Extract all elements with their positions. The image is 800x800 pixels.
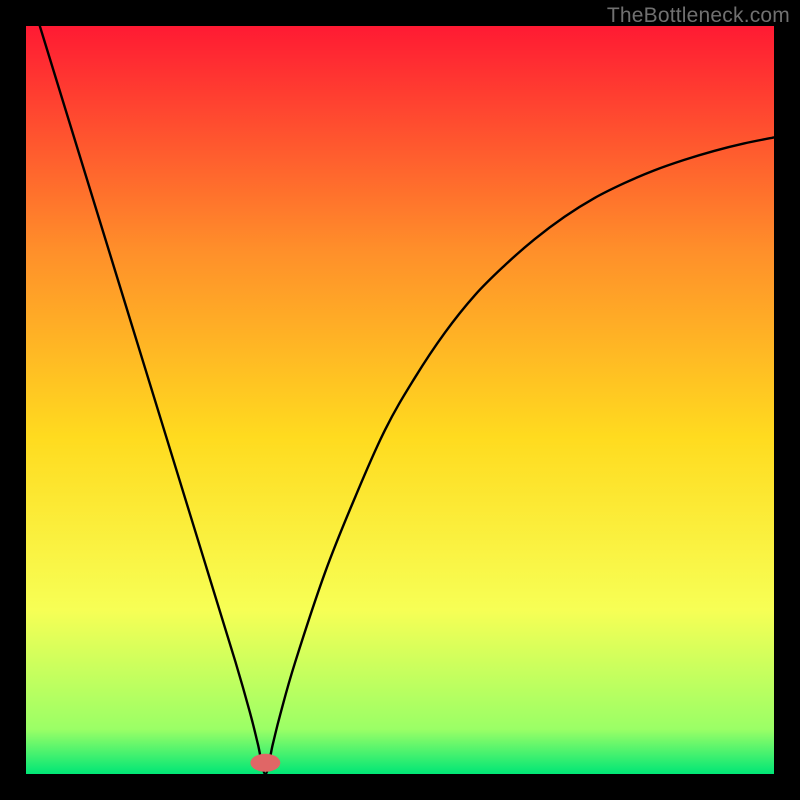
- minimum-marker: [250, 754, 280, 772]
- chart-frame: [26, 26, 774, 774]
- gradient-background: [26, 26, 774, 774]
- chart-svg: [26, 26, 774, 774]
- watermark-text: TheBottleneck.com: [607, 4, 790, 28]
